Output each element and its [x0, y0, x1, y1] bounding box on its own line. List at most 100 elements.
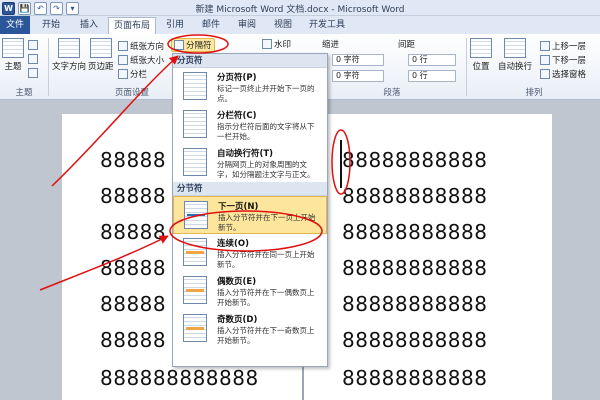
- menu-item-title: 下一页(N): [218, 202, 259, 212]
- tab-home[interactable]: 开始: [34, 17, 68, 34]
- menu-item-odd-page[interactable]: 奇数页(D) 插入分节符并在下一奇数页上 开始新节。: [173, 310, 327, 348]
- watermark-button[interactable]: 水印: [262, 38, 291, 50]
- column-break-icon: [183, 110, 207, 138]
- size-label: 纸张大小: [130, 56, 165, 66]
- text-line[interactable]: 88888888888: [342, 220, 487, 244]
- text-direction-button[interactable]: 文字方向: [52, 38, 86, 72]
- text-line[interactable]: 88888888888: [342, 184, 487, 208]
- menu-item-desc: 分隔网页上的对象周围的文 字，如分隔题注文字与正文。: [217, 160, 315, 179]
- menu-item-title: 奇数页(D): [217, 315, 258, 325]
- page-break-icon: [183, 72, 207, 100]
- theme-effects-button[interactable]: [28, 68, 38, 78]
- text-line[interactable]: 88888888888: [342, 366, 487, 390]
- position-button[interactable]: 位置: [470, 38, 492, 72]
- title-bar: W 💾 ↶ ↷ ▾ 新建 Microsoft Word 文档.docx - Mi…: [0, 0, 600, 16]
- indent-right-input[interactable]: 0 字符: [332, 70, 384, 82]
- tab-review[interactable]: 审阅: [230, 17, 264, 34]
- size-button[interactable]: 纸张大小: [118, 54, 164, 66]
- breaks-button[interactable]: 分隔符: [171, 38, 215, 52]
- ribbon-separator: [48, 38, 49, 96]
- menu-item-desc: 插入分节符并在同一页上开始 新节。: [217, 250, 315, 269]
- menu-item-desc: 指示分栏符后面的文字将从下 一栏开始。: [217, 122, 315, 141]
- menu-item-even-page[interactable]: 偶数页(E) 插入分节符并在下一偶数页上 开始新节。: [173, 272, 327, 310]
- columns-label: 分栏: [130, 70, 148, 80]
- bring-forward-label: 上移一层: [552, 42, 587, 52]
- selection-pane-label: 选择窗格: [552, 70, 587, 80]
- themes-group-label: 主题: [15, 88, 33, 98]
- menu-item-title: 分页符(P): [217, 73, 257, 83]
- wrap-text-button[interactable]: 自动换行: [498, 38, 532, 72]
- margins-label: 页边距: [88, 62, 114, 72]
- orientation-button[interactable]: 纸张方向: [118, 40, 164, 52]
- orientation-label: 纸张方向: [130, 42, 165, 52]
- menu-item-continuous[interactable]: 连续(O) 插入分节符并在同一页上开始 新节。: [173, 234, 327, 272]
- margins-button[interactable]: 页边距: [88, 38, 114, 72]
- menu-item-desc: 标记一页终止并开始下一页的 点。: [217, 84, 315, 103]
- wrap-text-icon: [504, 38, 526, 58]
- text-cursor: [340, 140, 342, 188]
- breaks-dropdown-menu: 分页符 分页符(P) 标记一页终止并开始下一页的 点。 分栏符(C) 指示分栏符…: [172, 53, 328, 367]
- columns-icon: [118, 69, 128, 79]
- themes-button[interactable]: 主题: [2, 38, 24, 72]
- customize-qat-icon[interactable]: ▾: [66, 1, 79, 15]
- orientation-icon: [118, 41, 128, 51]
- text-line[interactable]: 88888: [100, 256, 166, 280]
- spacing-after-input[interactable]: 0 行: [408, 70, 456, 82]
- quick-access-toolbar: W 💾 ↶ ↷ ▾: [2, 1, 79, 15]
- even-page-icon: [183, 276, 207, 304]
- text-line[interactable]: 88888888888: [342, 292, 487, 316]
- text-line[interactable]: 88888: [100, 220, 166, 244]
- bring-forward-button[interactable]: 上移一层: [540, 40, 586, 52]
- watermark-label: 水印: [274, 40, 292, 50]
- columns-button[interactable]: 分栏: [118, 68, 147, 80]
- text-direction-label: 文字方向: [52, 62, 87, 72]
- tab-view[interactable]: 视图: [266, 17, 300, 34]
- tab-references[interactable]: 引用: [158, 17, 192, 34]
- text-line[interactable]: 88888: [100, 184, 166, 208]
- send-backward-button[interactable]: 下移一层: [540, 54, 586, 66]
- text-line[interactable]: 88888888888: [342, 328, 487, 352]
- redo-icon[interactable]: ↷: [50, 1, 63, 15]
- menu-item-page-break[interactable]: 分页符(P) 标记一页终止并开始下一页的 点。: [173, 68, 327, 106]
- section-breaks-header: 分节符: [173, 182, 327, 196]
- send-backward-icon: [540, 55, 550, 65]
- next-page-icon: [184, 201, 208, 229]
- tab-file[interactable]: 文件: [0, 16, 30, 34]
- menu-item-text-wrapping-break[interactable]: 自动换行符(T) 分隔网页上的对象周围的文 字，如分隔题注文字与正文。: [173, 144, 327, 182]
- menu-item-title: 偶数页(E): [217, 277, 257, 287]
- menu-item-desc: 插入分节符并在下一页上开始 新节。: [218, 213, 316, 232]
- colors-icon: [28, 40, 38, 50]
- text-line[interactable]: 88888888888: [342, 256, 487, 280]
- menu-item-desc: 插入分节符并在下一偶数页上 开始新节。: [217, 288, 315, 307]
- text-line[interactable]: 888888888888: [100, 366, 259, 390]
- menu-item-title: 分栏符(C): [217, 111, 257, 121]
- fonts-icon: [28, 54, 38, 64]
- odd-page-icon: [183, 314, 207, 342]
- text-line[interactable]: 88888: [100, 292, 166, 316]
- text-line[interactable]: 88888: [100, 148, 166, 172]
- tab-insert[interactable]: 插入: [72, 17, 106, 34]
- indent-left-input[interactable]: 0 字符: [332, 54, 384, 66]
- ribbon-tabs: 文件 开始 插入 页面布局 引用 邮件 审阅 视图 开发工具: [0, 16, 600, 34]
- tab-developer[interactable]: 开发工具: [302, 17, 352, 34]
- watermark-icon: [262, 39, 272, 49]
- word-app-icon[interactable]: W: [2, 1, 15, 15]
- save-icon[interactable]: 💾: [18, 1, 31, 15]
- undo-icon[interactable]: ↶: [34, 1, 47, 15]
- tab-page-layout[interactable]: 页面布局: [108, 17, 156, 34]
- arrange-group-label: 排列: [525, 88, 543, 98]
- breaks-icon: [174, 40, 184, 50]
- menu-item-title: 自动换行符(T): [217, 149, 274, 159]
- theme-colors-button[interactable]: [28, 40, 38, 50]
- themes-label: 主题: [4, 62, 22, 72]
- spacing-before-input[interactable]: 0 行: [408, 54, 456, 66]
- text-line[interactable]: 88888888888: [342, 148, 487, 172]
- menu-item-next-page[interactable]: 下一页(N) 插入分节符并在下一页上开始 新节。: [173, 196, 327, 234]
- menu-item-column-break[interactable]: 分栏符(C) 指示分栏符后面的文字将从下 一栏开始。: [173, 106, 327, 144]
- tab-mailings[interactable]: 邮件: [194, 17, 228, 34]
- menu-item-desc: 插入分节符并在下一奇数页上 开始新节。: [217, 326, 315, 345]
- theme-fonts-button[interactable]: [28, 54, 38, 64]
- text-line[interactable]: 88888: [100, 328, 166, 352]
- spacing-heading: 间距: [398, 40, 416, 50]
- selection-pane-button[interactable]: 选择窗格: [540, 68, 586, 80]
